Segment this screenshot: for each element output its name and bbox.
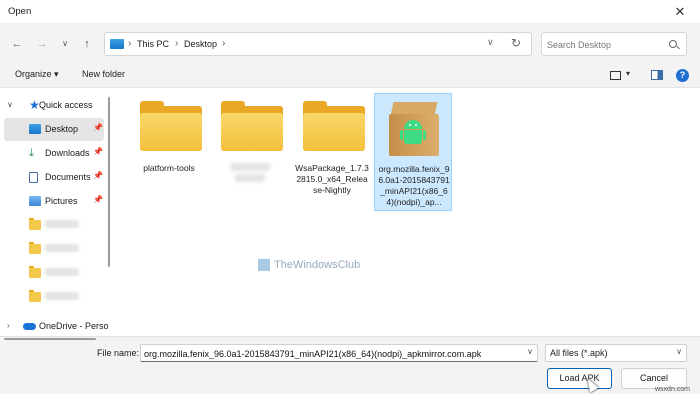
chevron-down-icon[interactable]: ∨ <box>527 347 533 356</box>
pin-icon: 📌 <box>93 171 103 180</box>
chevron-right-icon[interactable]: › <box>128 38 131 49</box>
close-icon[interactable]: ✕ <box>660 0 700 24</box>
title-bar: Open ✕ <box>0 0 700 24</box>
navigation-pane: ∨ ★ Quick access Desktop 📌 ⤓ Downloads 📌… <box>0 89 112 336</box>
organize-button[interactable]: Organize ▾ <box>15 69 59 80</box>
address-bar[interactable]: › This PC › Desktop › ∨ ↻ <box>104 32 532 56</box>
search-box[interactable] <box>541 32 687 56</box>
address-row: ← → ∨ ↑ › This PC › Desktop › ∨ ↻ <box>0 24 700 64</box>
pin-icon: 📌 <box>93 195 103 204</box>
sidebar-item-folder[interactable] <box>0 214 106 237</box>
this-pc-icon <box>110 39 124 49</box>
folder-icon <box>221 101 283 151</box>
breadcrumb-desktop[interactable]: Desktop <box>184 39 217 49</box>
thewindowsclub-logo-icon <box>258 259 270 271</box>
document-icon <box>29 172 38 183</box>
file-type-value: All files (*.apk) <box>550 348 608 358</box>
window-title: Open <box>8 6 32 17</box>
pictures-icon <box>29 196 41 206</box>
file-name-field[interactable]: ∨ <box>140 344 538 362</box>
search-icon[interactable] <box>669 40 677 48</box>
refresh-icon[interactable]: ↻ <box>511 36 521 50</box>
expand-chevron-icon[interactable]: ∨ <box>7 100 13 109</box>
onedrive-icon <box>23 323 36 330</box>
sidebar-item-downloads[interactable]: ⤓ Downloads 📌 <box>0 142 106 165</box>
sidebar-item-label-blurred <box>45 244 79 254</box>
breadcrumb-this-pc[interactable]: This PC <box>137 39 169 49</box>
view-options-icon[interactable] <box>610 71 621 80</box>
site-watermark: wsxdn.com <box>655 386 691 393</box>
preview-pane-icon[interactable] <box>651 70 663 80</box>
load-apk-button[interactable]: Load APK <box>547 368 612 389</box>
watermark-text: TheWindowsClub <box>274 259 361 271</box>
sidebar-item-folder[interactable] <box>0 238 106 261</box>
file-name-input[interactable] <box>144 347 519 360</box>
forward-arrow-icon[interactable]: → <box>34 36 50 52</box>
sidebar-horizontal-scrollbar[interactable] <box>0 336 112 342</box>
chevron-right-icon[interactable]: › <box>175 38 178 49</box>
sidebar-item-label-blurred <box>45 220 79 230</box>
folder-icon <box>140 101 202 151</box>
file-name: org.mozilla.fenix_96.0a1-2015843791_minA… <box>378 164 450 207</box>
sidebar-scrollbar[interactable] <box>108 97 110 267</box>
file-item-folder[interactable] <box>211 93 289 211</box>
sidebar-item-desktop[interactable]: Desktop 📌 <box>4 118 104 141</box>
sidebar-item-label: Quick access <box>39 100 93 110</box>
sidebar-item-label: OneDrive - Perso <box>39 321 108 331</box>
address-dropdown-icon[interactable]: ∨ <box>487 37 494 48</box>
sidebar-item-label: Pictures <box>45 196 78 206</box>
file-name-blurred <box>213 163 287 185</box>
sidebar-item-pictures[interactable]: Pictures 📌 <box>0 190 106 213</box>
sidebar-item-quick-access[interactable]: ∨ ★ Quick access <box>0 94 106 117</box>
folder-icon <box>29 290 41 302</box>
download-icon: ⤓ <box>29 147 34 159</box>
sidebar-item-label-blurred <box>45 268 79 278</box>
command-bar: Organize ▾ New folder ▾ ? <box>0 64 700 88</box>
file-list: platform-tools WsaPackage_1.7.32815.0_x6… <box>112 89 700 336</box>
folder-icon <box>29 266 41 278</box>
file-name-label: File name: <box>97 348 140 358</box>
apk-package-icon <box>389 102 439 158</box>
organize-label: Organize <box>15 69 52 79</box>
pin-icon: 📌 <box>93 147 103 156</box>
new-folder-button[interactable]: New folder <box>82 69 125 79</box>
file-item-folder[interactable]: WsaPackage_1.7.32815.0_x64_Release-Night… <box>293 93 371 211</box>
sidebar-item-label-blurred <box>45 292 79 302</box>
folder-icon <box>303 101 365 151</box>
android-icon <box>400 120 426 148</box>
folder-icon <box>29 242 41 254</box>
chevron-down-icon[interactable]: ▾ <box>626 69 630 78</box>
up-arrow-icon[interactable]: ↑ <box>79 36 95 52</box>
chevron-down-icon: ▾ <box>54 69 59 79</box>
sidebar-item-label: Downloads <box>45 148 90 158</box>
recent-locations-chevron-icon[interactable]: ∨ <box>57 36 73 52</box>
help-icon[interactable]: ? <box>676 69 689 82</box>
folder-icon <box>29 218 41 230</box>
file-name: WsaPackage_1.7.32815.0_x64_Release-Night… <box>295 163 369 195</box>
back-arrow-icon[interactable]: ← <box>9 36 25 52</box>
sidebar-item-label: Documents <box>45 172 91 182</box>
pin-icon: 📌 <box>93 123 103 132</box>
chevron-right-icon[interactable]: › <box>222 38 225 49</box>
sidebar-item-documents[interactable]: Documents 📌 <box>0 166 106 189</box>
chevron-down-icon: ∨ <box>676 347 682 356</box>
file-name: platform-tools <box>143 163 195 173</box>
desktop-icon <box>29 124 41 134</box>
expand-chevron-icon[interactable]: › <box>7 321 10 330</box>
sidebar-item-label: Desktop <box>45 124 79 134</box>
sidebar-item-onedrive[interactable]: › OneDrive - Perso <box>0 315 108 338</box>
sidebar-item-folder[interactable] <box>0 262 106 285</box>
file-item-folder[interactable]: platform-tools <box>130 93 208 211</box>
sidebar-item-folder[interactable] <box>0 286 106 309</box>
file-type-select[interactable]: All files (*.apk) ∨ <box>545 344 687 362</box>
search-input[interactable] <box>547 37 657 52</box>
dialog-footer: File name: ∨ All files (*.apk) ∨ Load AP… <box>0 336 700 394</box>
file-item-apk-selected[interactable]: org.mozilla.fenix_96.0a1-2015843791_minA… <box>374 93 452 211</box>
